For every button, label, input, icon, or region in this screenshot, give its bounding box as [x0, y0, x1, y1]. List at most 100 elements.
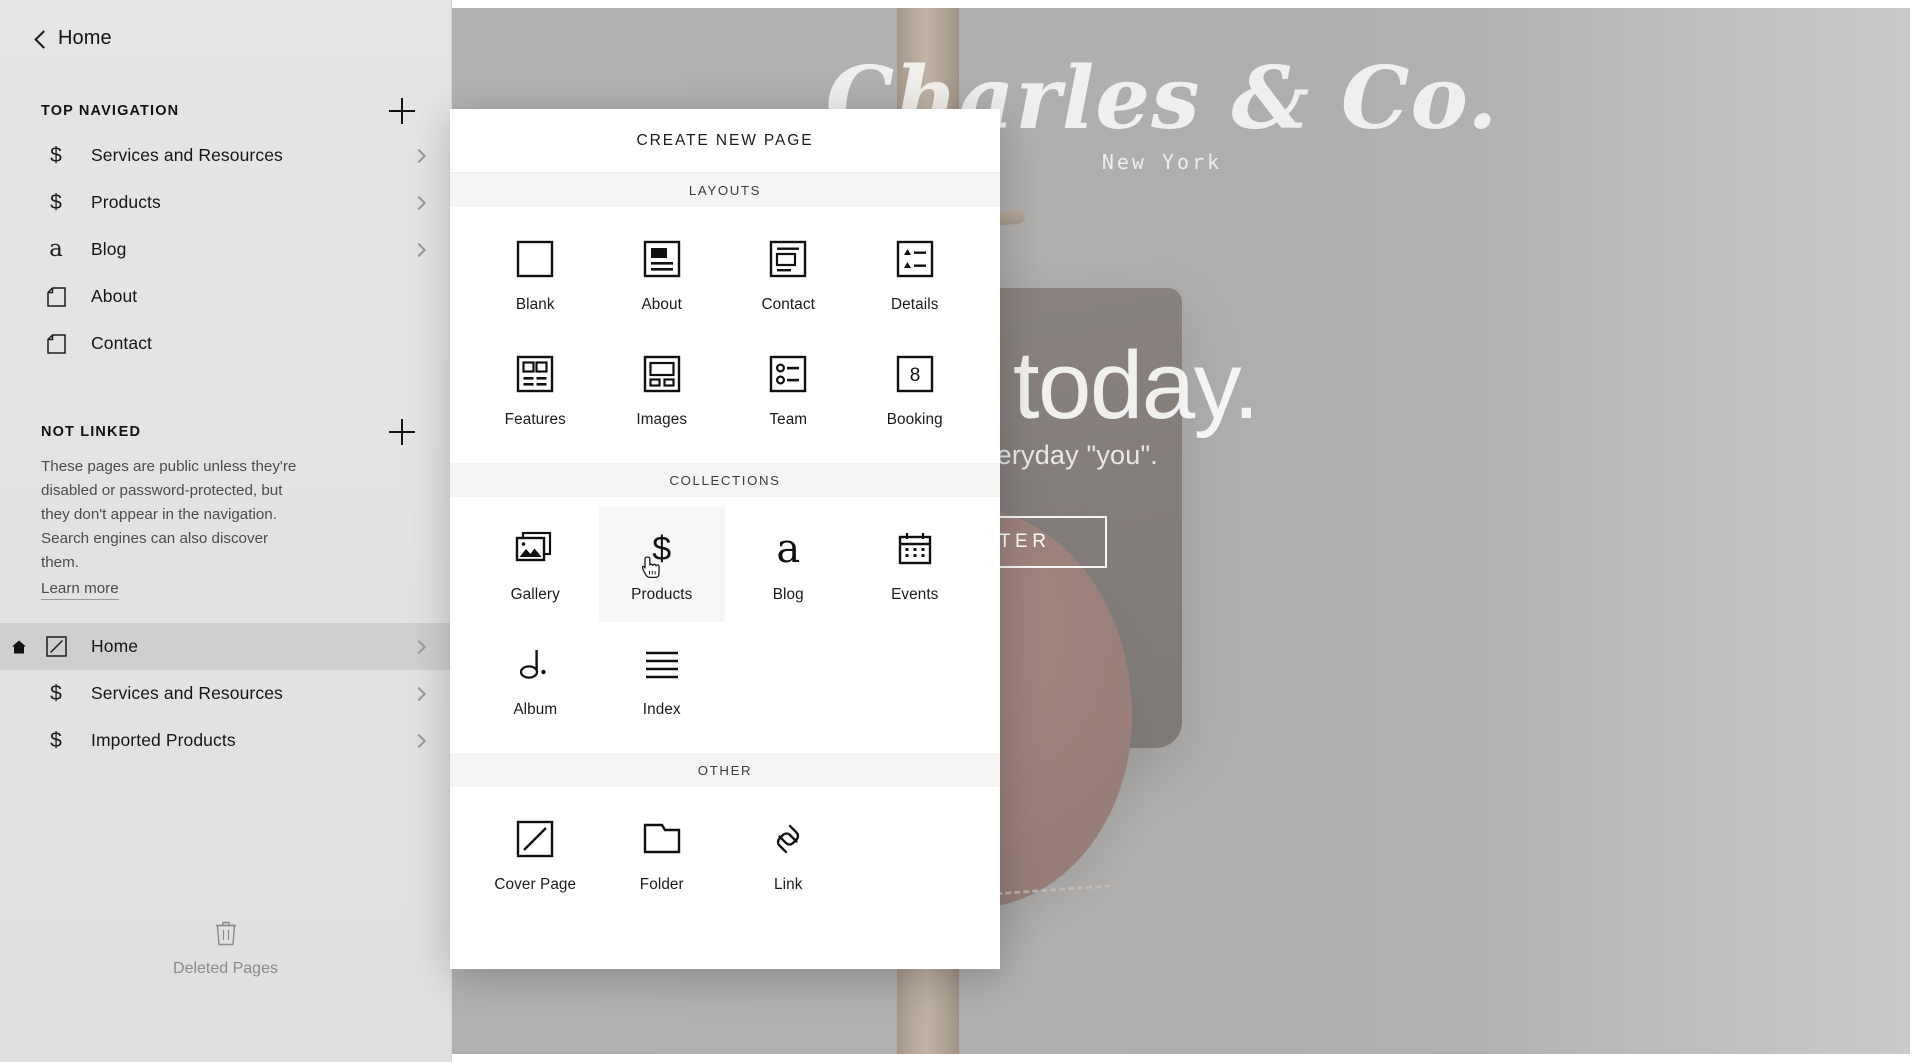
tile-label: Folder — [639, 876, 684, 893]
dollar-icon: $ — [652, 530, 672, 568]
sidebar-item-label: Imported Products — [91, 730, 236, 750]
sidebar-item-label: About — [91, 286, 138, 306]
learn-more-link[interactable]: Learn more — [41, 578, 119, 600]
tile-album[interactable]: Album — [472, 622, 599, 737]
team-layout-icon — [769, 354, 807, 394]
page-icon — [41, 285, 71, 309]
booking-layout-icon: 8 — [896, 354, 934, 394]
tile-contact[interactable]: Contact — [725, 217, 852, 332]
index-lines-icon — [643, 644, 681, 684]
page-icon — [41, 332, 71, 356]
layouts-grid: Blank About Contact Details Features Ima… — [450, 207, 1000, 463]
gallery-icon — [515, 529, 555, 569]
tile-folder[interactable]: Folder — [599, 797, 726, 912]
cover-page-icon — [516, 819, 554, 859]
section-header-not-linked: NOT LINKED — [0, 419, 451, 445]
tile-label: Index — [642, 701, 681, 718]
chevron-right-icon — [414, 151, 423, 160]
tile-products[interactable]: $ Products — [598, 507, 725, 622]
home-icon — [11, 639, 27, 655]
group-heading-collections: COLLECTIONS — [450, 463, 1000, 497]
not-linked-description: These pages are public unless they're di… — [41, 458, 297, 571]
blog-a-icon: a — [49, 236, 63, 262]
sidebar-item-label: Home — [91, 636, 139, 656]
not-linked-list: Home $ Services and Resources $ Imported… — [0, 623, 451, 764]
sidebar-item-services-and-resources-unlinked[interactable]: $ Services and Resources — [0, 670, 451, 717]
tile-label: Contact — [761, 296, 815, 313]
sidebar-item-contact[interactable]: Contact — [0, 320, 451, 367]
blank-layout-icon — [516, 239, 554, 279]
tile-label: Gallery — [510, 586, 560, 603]
collections-grid: Gallery $ Products a Blog Events Album I… — [450, 497, 1000, 753]
dollar-icon: $ — [50, 682, 62, 705]
chevron-left-icon — [33, 32, 47, 46]
tile-events[interactable]: Events — [852, 507, 979, 622]
tile-label: Cover Page — [494, 876, 577, 893]
not-linked-description-block: These pages are public unless they're di… — [0, 445, 340, 601]
folder-icon — [643, 819, 681, 859]
add-top-navigation-page-button plus-icon[interactable] — [389, 98, 415, 124]
about-layout-icon — [643, 239, 681, 279]
calendar-icon — [896, 529, 934, 569]
tile-index[interactable]: Index — [599, 622, 726, 737]
chevron-right-icon — [414, 689, 423, 698]
tile-team[interactable]: Team — [725, 332, 852, 447]
tile-gallery[interactable]: Gallery — [472, 507, 599, 622]
tile-label: Blog — [772, 586, 804, 603]
sidebar-item-label: Contact — [91, 333, 153, 353]
cover-page-icon — [41, 635, 71, 659]
chevron-right-icon — [414, 245, 423, 254]
dollar-icon: $ — [50, 144, 62, 167]
top-navigation-list: $ Services and Resources $ Products a Bl… — [0, 132, 451, 367]
chevron-right-icon — [414, 198, 423, 207]
dollar-icon: $ — [50, 191, 62, 214]
other-grid: Cover Page Folder Link — [450, 787, 1000, 928]
tile-label: Features — [504, 411, 566, 428]
tile-images[interactable]: Images — [599, 332, 726, 447]
tile-blank[interactable]: Blank — [472, 217, 599, 332]
trash-icon — [215, 920, 237, 946]
back-to-home-link[interactable]: Home — [0, 0, 451, 50]
tile-booking[interactable]: 8 Booking — [852, 332, 979, 447]
tile-label: Images — [636, 411, 688, 428]
tile-blog[interactable]: a Blog — [725, 507, 852, 622]
sidebar-item-label: Services and Resources — [91, 145, 283, 165]
tile-label: Album — [513, 701, 558, 718]
section-title-not-linked: NOT LINKED — [41, 424, 142, 440]
link-icon — [769, 819, 807, 859]
tile-label: Team — [769, 411, 808, 428]
tile-link[interactable]: Link — [725, 797, 852, 912]
sidebar-item-label: Blog — [91, 239, 127, 259]
blog-a-icon: a — [776, 526, 801, 572]
back-link-label: Home — [58, 27, 112, 49]
sidebar-item-home[interactable]: Home — [0, 623, 451, 670]
tile-label: About — [641, 296, 682, 313]
section-title-top-navigation: TOP NAVIGATION — [41, 103, 180, 119]
sidebar-item-label: Products — [91, 192, 161, 212]
group-heading-other: OTHER — [450, 753, 1000, 787]
modal-title: CREATE NEW PAGE — [450, 109, 1000, 173]
deleted-pages-button[interactable]: Deleted Pages — [0, 920, 451, 978]
tile-label: Events — [891, 586, 939, 603]
music-note-icon — [516, 644, 554, 684]
add-not-linked-page-button plus-icon[interactable] — [389, 419, 415, 445]
create-new-page-modal: CREATE NEW PAGE LAYOUTS Blank About Cont… — [450, 109, 1000, 969]
tile-label: Products — [631, 586, 693, 603]
sidebar-item-blog[interactable]: a Blog — [0, 226, 451, 273]
pages-sidebar: Home TOP NAVIGATION $ Services and Resou… — [0, 0, 452, 1062]
tile-cover-page[interactable]: Cover Page — [472, 797, 599, 912]
tile-details[interactable]: Details — [852, 217, 979, 332]
dollar-icon: $ — [50, 729, 62, 752]
tile-label: Blank — [515, 296, 555, 313]
sidebar-item-about[interactable]: About — [0, 273, 451, 320]
features-layout-icon — [516, 354, 554, 394]
chevron-right-icon — [414, 736, 423, 745]
svg-text:8: 8 — [909, 365, 920, 386]
sidebar-item-services-and-resources[interactable]: $ Services and Resources — [0, 132, 451, 179]
sidebar-item-products[interactable]: $ Products — [0, 179, 451, 226]
grid-spacer — [852, 622, 979, 737]
deleted-pages-label: Deleted Pages — [173, 960, 278, 977]
sidebar-item-imported-products[interactable]: $ Imported Products — [0, 717, 451, 764]
tile-about[interactable]: About — [599, 217, 726, 332]
tile-features[interactable]: Features — [472, 332, 599, 447]
